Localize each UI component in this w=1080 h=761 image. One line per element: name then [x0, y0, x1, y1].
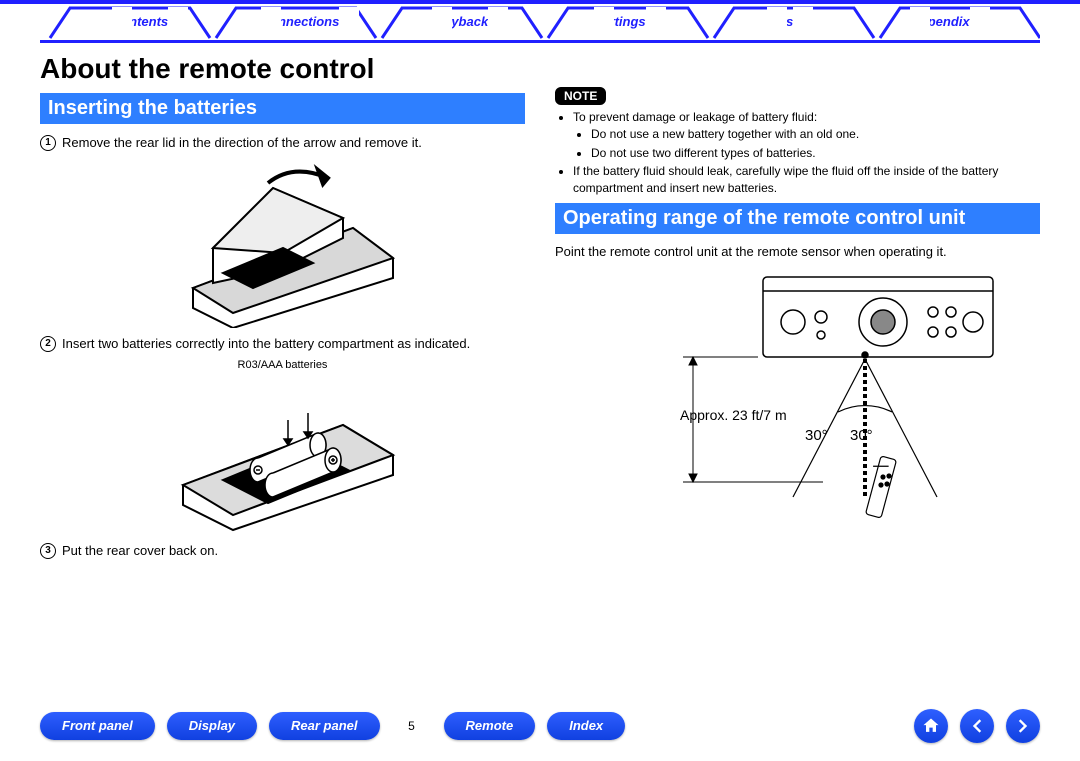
step-2: 2 Insert two batteries correctly into th…: [40, 335, 525, 353]
footer-index[interactable]: Index: [547, 712, 625, 740]
note-list: To prevent damage or leakage of battery …: [555, 109, 1040, 197]
note-bullet-2: Do not use two different types of batter…: [591, 145, 1040, 162]
angle-right: 30°: [850, 427, 873, 444]
range-text: Point the remote control unit at the rem…: [555, 244, 1040, 259]
prev-button[interactable]: [960, 709, 994, 743]
angle-left: 30°: [805, 427, 828, 444]
distance-label: Approx. 23 ft/7 m: [680, 407, 787, 423]
battery-type-label: R03/AAA batteries: [40, 359, 525, 371]
tab-settings[interactable]: Settings: [540, 7, 700, 37]
note-label: NOTE: [555, 87, 606, 105]
step-2-text: Insert two batteries correctly into the …: [62, 335, 470, 353]
home-button[interactable]: [914, 709, 948, 743]
illustration-remove-lid: [40, 158, 525, 331]
step-3: 3 Put the rear cover back on.: [40, 542, 525, 560]
footer-rear-panel[interactable]: Rear panel: [269, 712, 379, 740]
note-intro: To prevent damage or leakage of battery …: [573, 110, 817, 124]
top-nav: Contents Connections Playback Settings T…: [0, 4, 1080, 40]
step-number-3: 3: [40, 543, 56, 559]
arrow-left-icon: [967, 716, 987, 736]
arrow-right-icon: [1013, 716, 1033, 736]
step-number-2: 2: [40, 336, 56, 352]
footer-display[interactable]: Display: [167, 712, 257, 740]
tab-contents[interactable]: Contents: [60, 7, 220, 37]
page-number: 5: [392, 719, 432, 733]
illustration-insert-batteries: [40, 375, 525, 538]
note-bullet-1: Do not use a new battery together with a…: [591, 126, 1040, 143]
tab-appendix[interactable]: Appendix: [860, 7, 1020, 37]
step-number-1: 1: [40, 135, 56, 151]
footer-remote[interactable]: Remote: [444, 712, 536, 740]
tab-playback[interactable]: Playback: [380, 7, 540, 37]
home-icon: [921, 716, 941, 736]
note-tail: If the battery fluid should leak, carefu…: [573, 163, 1040, 197]
footer-nav: Front panel Display Rear panel 5 Remote …: [40, 709, 1040, 743]
section-heading-batteries: Inserting the batteries: [40, 93, 525, 124]
footer-front-panel[interactable]: Front panel: [40, 712, 155, 740]
step-1: 1 Remove the rear lid in the direction o…: [40, 134, 525, 152]
next-button[interactable]: [1006, 709, 1040, 743]
tab-connections[interactable]: Connections: [220, 7, 380, 37]
step-1-text: Remove the rear lid in the direction of …: [62, 134, 422, 152]
illustration-operating-range: Approx. 23 ft/7 m 30° 30°: [555, 267, 1040, 530]
step-3-text: Put the rear cover back on.: [62, 542, 218, 560]
tab-tips[interactable]: Tips: [700, 7, 860, 37]
section-heading-range: Operating range of the remote control un…: [555, 203, 1040, 234]
page-title: About the remote control: [40, 53, 525, 85]
